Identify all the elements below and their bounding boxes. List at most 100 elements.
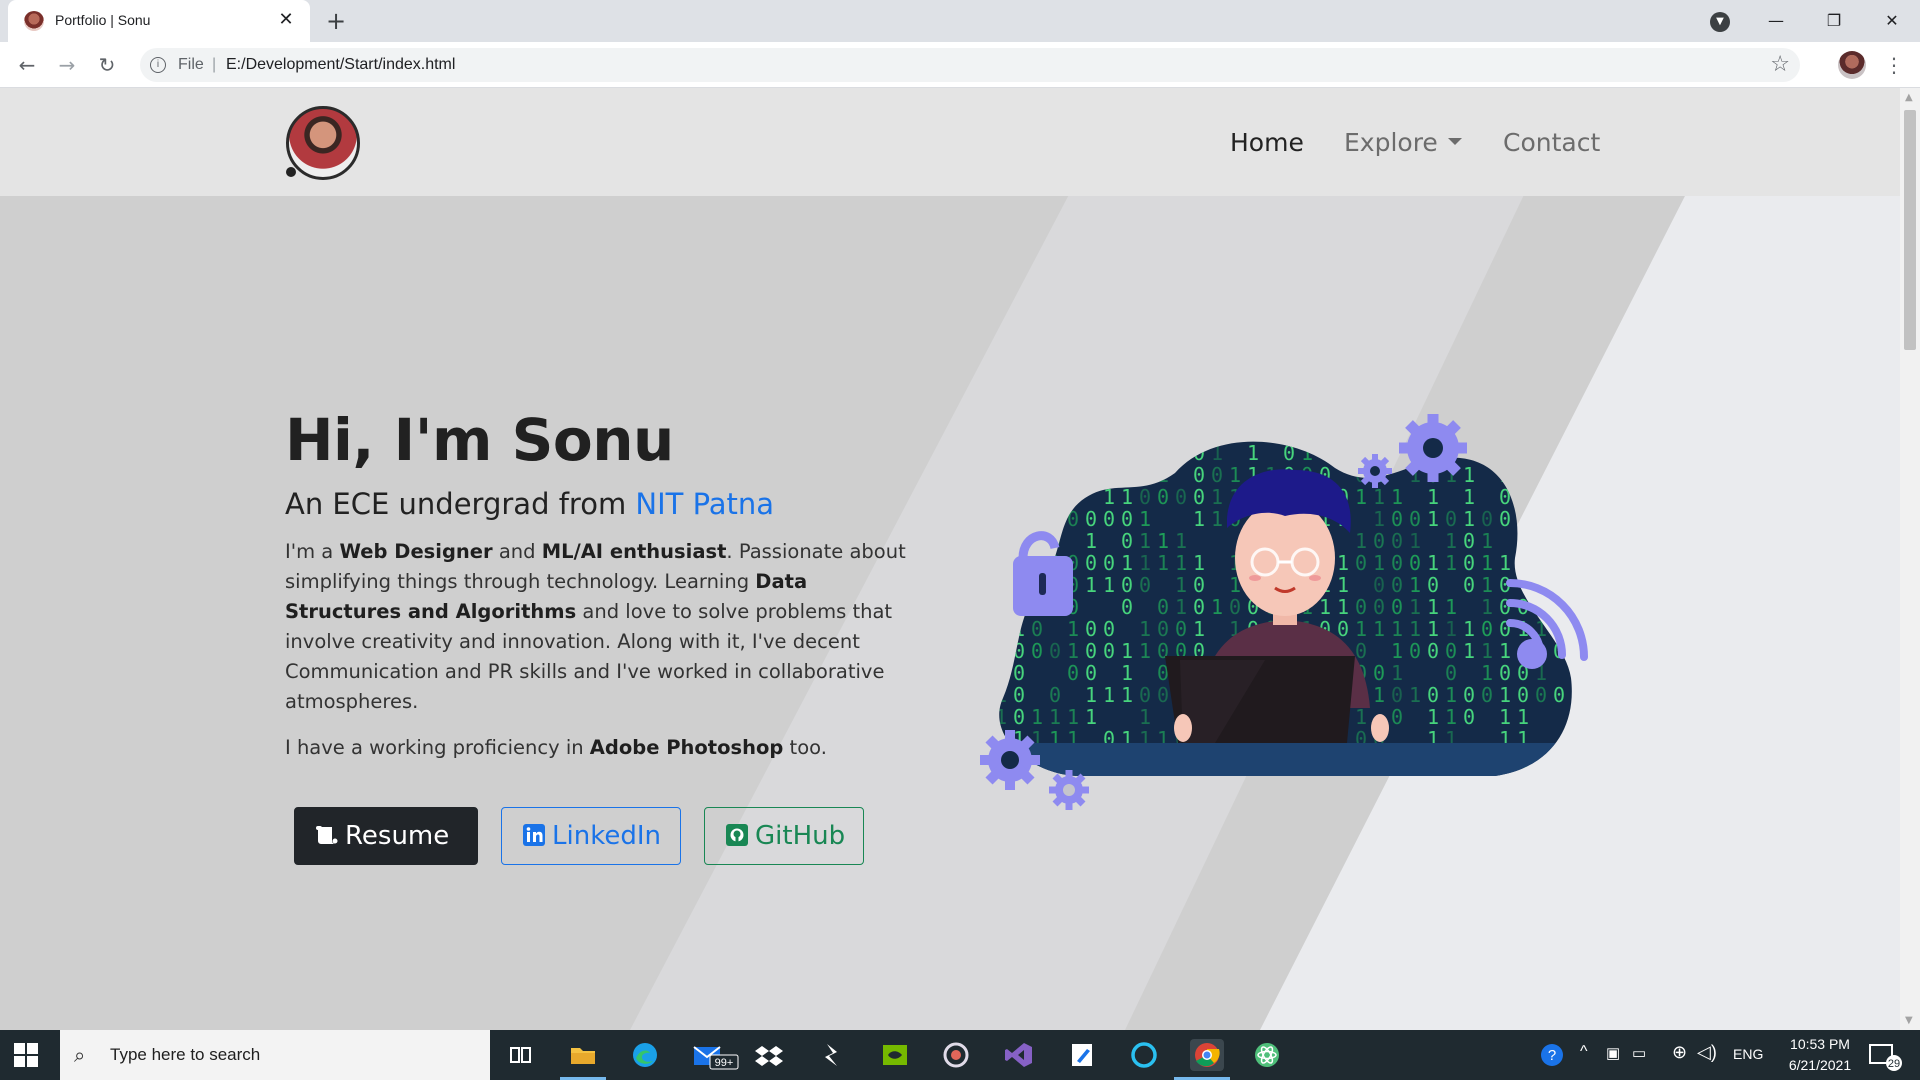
nav-explore-dropdown[interactable]: Explore	[1344, 128, 1462, 157]
resume-button[interactable]: Resume	[294, 807, 478, 865]
svg-text:1: 1	[1031, 705, 1043, 729]
help-icon[interactable]: ?	[1537, 1039, 1567, 1071]
new-tab-icon[interactable]: +	[322, 7, 350, 35]
svg-text:0: 0	[1157, 683, 1169, 707]
svg-text:1: 1	[1301, 441, 1313, 465]
svg-text:0: 0	[1121, 573, 1133, 597]
browser-toolbar: ← → ↻ i File | E:/Development/Start/inde…	[0, 42, 1920, 88]
nav-home[interactable]: Home	[1230, 128, 1304, 157]
svg-text:1: 1	[1391, 639, 1403, 663]
volume-icon[interactable]: ◁)	[1697, 1042, 1717, 1080]
language-indicator[interactable]: ENG	[1733, 1046, 1763, 1080]
linkedin-icon	[523, 823, 545, 846]
svg-text:1: 1	[1481, 529, 1493, 553]
svg-text:0: 0	[1553, 683, 1565, 707]
visual-studio-icon[interactable]	[1002, 1039, 1036, 1071]
svg-text:1: 1	[1571, 419, 1583, 443]
svg-text:0: 0	[1049, 683, 1061, 707]
svg-text:1: 1	[1175, 529, 1187, 553]
svg-text:0: 0	[995, 573, 1007, 597]
svg-text:1: 1	[1463, 617, 1475, 641]
taskbar-search-box[interactable]: ⌕ Type here to search	[60, 1030, 490, 1080]
svg-text:1: 1	[1373, 507, 1385, 531]
college-link[interactable]: NIT Patna	[635, 487, 774, 521]
reload-icon[interactable]: ↻	[92, 50, 122, 80]
scrollbar-thumb[interactable]	[1904, 110, 1916, 350]
nav-contact[interactable]: Contact	[1503, 128, 1600, 157]
close-tab-icon[interactable]: ✕	[274, 8, 298, 32]
forward-arrow-icon[interactable]: →	[52, 50, 82, 80]
svg-text:1: 1	[1085, 529, 1097, 553]
svg-text:1: 1	[1103, 683, 1115, 707]
info-icon[interactable]: i	[150, 57, 166, 73]
svg-text:1: 1	[1193, 507, 1205, 531]
svg-text:0: 0	[1571, 683, 1583, 707]
svg-text:0: 0	[1373, 595, 1385, 619]
edge-icon[interactable]	[628, 1039, 662, 1071]
url-text[interactable]: E:/Development/Start/index.html	[226, 56, 455, 74]
svg-text:1: 1	[1427, 595, 1439, 619]
file-explorer-icon[interactable]	[566, 1039, 600, 1071]
mail-icon[interactable]: 99+	[690, 1039, 740, 1071]
resume-label: Resume	[345, 821, 450, 851]
battery-icon[interactable]: ▭	[1632, 1044, 1646, 1080]
scroll-down-icon[interactable]: ▼	[1905, 1015, 1913, 1026]
skills-text: I have a working proficiency in	[285, 736, 590, 760]
svg-text:0: 0	[1085, 617, 1097, 641]
svg-text:1: 1	[1481, 551, 1493, 575]
star-icon[interactable]: ☆	[1770, 52, 1790, 77]
dropbox-icon[interactable]	[752, 1039, 786, 1071]
linkedin-button[interactable]: LinkedIn	[501, 807, 681, 865]
svg-text:0: 0	[1427, 639, 1439, 663]
notification-icon[interactable]: 29	[1866, 1039, 1906, 1071]
svg-text:1: 1	[1175, 595, 1187, 619]
sublime-icon[interactable]	[815, 1039, 849, 1071]
svg-text:1: 1	[1499, 551, 1511, 575]
tab-title: Portfolio | Sonu	[55, 12, 151, 28]
address-bar[interactable]: i File | E:/Development/Start/index.html…	[140, 48, 1800, 82]
scroll-up-icon[interactable]: ▲	[1905, 92, 1913, 103]
github-button[interactable]: GitHub	[704, 807, 864, 865]
task-view-icon[interactable]	[503, 1039, 537, 1071]
nvidia-icon[interactable]	[878, 1039, 912, 1071]
svg-text:1: 1	[1067, 617, 1079, 641]
svg-text:0: 0	[1373, 529, 1385, 553]
davinci-icon[interactable]	[939, 1039, 973, 1071]
svg-text:0: 0	[1013, 463, 1025, 487]
svg-text:0: 0	[1355, 595, 1367, 619]
profile-avatar[interactable]	[1838, 51, 1866, 79]
svg-text:?: ?	[1548, 1047, 1556, 1064]
svg-text:0: 0	[1499, 507, 1511, 531]
minimize-icon[interactable]: —	[1756, 6, 1796, 36]
chrome-icon[interactable]	[1190, 1039, 1224, 1071]
cortana-icon[interactable]	[1127, 1039, 1161, 1071]
svg-text:1: 1	[1031, 507, 1043, 531]
svg-text:1: 1	[1211, 485, 1223, 509]
site-logo-avatar[interactable]	[286, 106, 360, 180]
kebab-menu-icon[interactable]: ⋮	[1884, 51, 1904, 79]
svg-text:0: 0	[1013, 441, 1025, 465]
chevron-up-icon[interactable]: ^	[1580, 1043, 1588, 1080]
svg-text:1: 1	[1031, 419, 1043, 443]
browser-tab[interactable]: Portfolio | Sonu ✕	[8, 0, 310, 42]
window-close-icon[interactable]: ✕	[1872, 6, 1912, 36]
intro-text: I'm a	[285, 540, 340, 564]
restore-icon[interactable]: ❐	[1814, 6, 1854, 36]
svg-text:0: 0	[1049, 639, 1061, 663]
back-arrow-icon[interactable]: ←	[12, 50, 42, 80]
system-clock[interactable]: 10:53 PM 6/21/2021	[1770, 1034, 1870, 1076]
atom-icon[interactable]	[1250, 1039, 1284, 1071]
svg-text:1: 1	[1535, 419, 1547, 443]
svg-text:0: 0	[1247, 419, 1259, 443]
windows-start-icon[interactable]	[14, 1043, 38, 1067]
notepad-icon[interactable]	[1065, 1039, 1099, 1071]
meet-now-icon[interactable]: ▣	[1606, 1044, 1620, 1080]
vertical-scrollbar[interactable]: ▲ ▼	[1900, 88, 1920, 1030]
intro-bold: Web Designer	[339, 540, 493, 564]
network-icon[interactable]: ⊕	[1672, 1042, 1687, 1080]
svg-text:0: 0	[1391, 683, 1403, 707]
svg-text:0: 0	[1067, 507, 1079, 531]
svg-text:1: 1	[1517, 485, 1529, 509]
tab-search-icon[interactable]: ▼	[1710, 12, 1730, 32]
svg-text:0: 0	[1391, 419, 1403, 443]
